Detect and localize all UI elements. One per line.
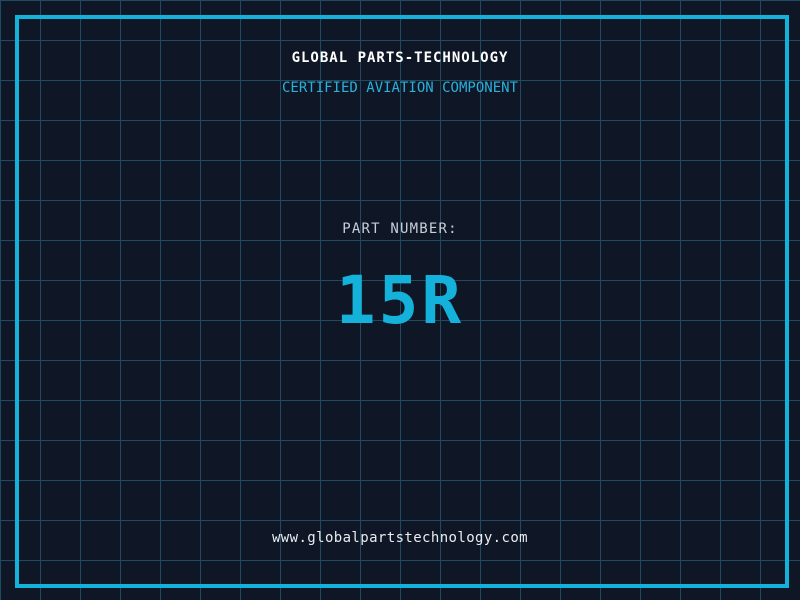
blueprint-label-canvas: GLOBAL PARTS-TECHNOLOGY CERTIFIED AVIATI… (0, 0, 800, 600)
website-url: www.globalpartstechnology.com (271, 530, 529, 546)
part-number-label: PART NUMBER: (342, 221, 458, 237)
part-number-value: 15R (335, 262, 465, 339)
certification-subtitle: CERTIFIED AVIATION COMPONENT (281, 80, 518, 96)
company-title: GLOBAL PARTS-TECHNOLOGY (291, 50, 509, 66)
